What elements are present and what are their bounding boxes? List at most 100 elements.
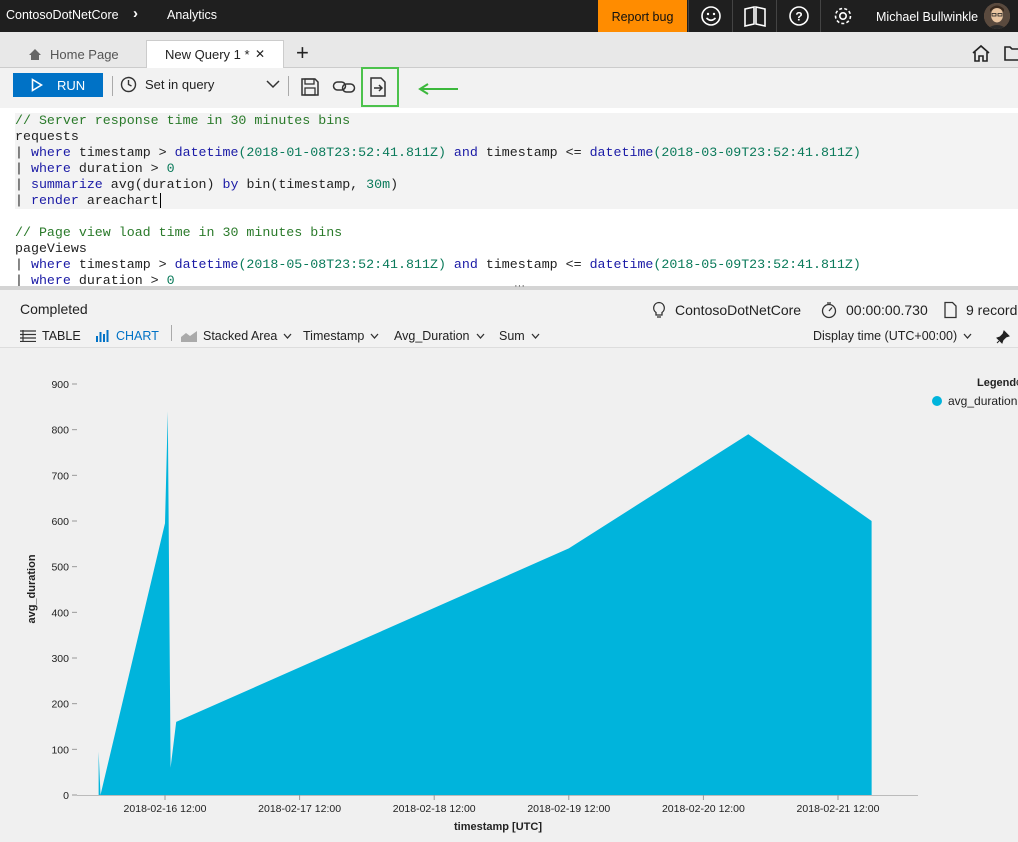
home-icon — [29, 48, 41, 60]
chevron-right-icon: › — [133, 5, 138, 22]
y-tick-label: 200 — [51, 699, 69, 711]
gear-icon[interactable] — [820, 0, 864, 32]
user-name[interactable]: Michael Bullwinkle — [876, 10, 978, 24]
view-table-toggle[interactable]: TABLE — [20, 329, 81, 343]
home-outline-icon[interactable] — [971, 44, 991, 63]
code-line: requests — [15, 129, 79, 144]
chart-panel: 0 100 200 300 400 500 600 700 800 900 2018-02-16 1… — [4, 349, 1018, 842]
y-tick-label: 500 — [51, 562, 69, 574]
y-axis-dropdown[interactable]: Avg_Duration — [394, 329, 485, 343]
play-icon — [31, 78, 43, 92]
time-range-picker[interactable]: Set in query — [120, 76, 214, 93]
query-status: Completed — [20, 301, 88, 317]
x-tick-label: 2018-02-18 12:00 — [393, 803, 476, 815]
x-tick-label: 2018-02-19 12:00 — [527, 803, 610, 815]
results-app: ContosoDotNetCore — [651, 301, 801, 319]
report-bug-button[interactable]: Report bug — [598, 0, 687, 32]
x-axis-title: timestamp [UTC] — [454, 821, 542, 833]
code-line: | where duration > 0 — [15, 273, 175, 286]
display-time-label: Display time (UTC+00:00) — [813, 329, 958, 343]
avatar[interactable] — [984, 3, 1010, 29]
svg-text:?: ? — [795, 10, 802, 24]
legend-swatch — [932, 396, 942, 406]
display-time-dropdown[interactable]: Display time (UTC+00:00) — [813, 329, 972, 343]
divider — [171, 325, 172, 341]
y-tick-label: 300 — [51, 653, 69, 665]
code-line: // Page view load time in 30 minutes bin… — [15, 225, 343, 240]
add-tab-button[interactable]: + — [296, 40, 309, 66]
y-axis-label: Avg_Duration — [394, 329, 470, 343]
run-button[interactable]: RUN — [13, 73, 103, 97]
document-icon — [944, 301, 957, 319]
y-tick-label: 900 — [51, 379, 69, 391]
x-axis-label: Timestamp — [303, 329, 365, 343]
chevron-down-icon — [531, 333, 540, 339]
legend-label: avg_duration — [948, 394, 1018, 408]
top-bar: ContosoDotNetCore › Analytics Report bug… — [0, 0, 1018, 32]
chevron-down-icon — [283, 333, 292, 339]
code-line: | render areachart​ — [15, 193, 161, 208]
query-editor[interactable]: // Server response time in 30 minutes bi… — [0, 108, 1018, 286]
aggregation-dropdown[interactable]: Sum — [499, 329, 540, 343]
tab-new-query-label: New Query 1 * — [165, 47, 250, 62]
tab-new-query[interactable]: New Query 1 * ✕ — [146, 40, 284, 69]
divider — [112, 76, 113, 96]
chevron-down-icon — [476, 333, 485, 339]
y-tick-label: 400 — [51, 607, 69, 619]
time-range-label: Set in query — [145, 77, 215, 92]
folder-icon[interactable] — [1004, 44, 1018, 62]
stopwatch-icon — [821, 302, 837, 319]
chevron-down-icon[interactable] — [266, 78, 280, 90]
tab-home[interactable]: Home Page — [18, 41, 129, 67]
y-tick-label: 0 — [63, 790, 69, 802]
code-line: | where timestamp > datetime(2018-01-08T… — [15, 145, 861, 160]
area-series-avg_duration — [98, 411, 872, 795]
tab-home-label: Home Page — [50, 46, 119, 62]
results-app-label: ContosoDotNetCore — [675, 302, 802, 318]
legend-item[interactable]: avg_duration — [932, 394, 1017, 408]
elapsed-time: 00:00:00.730 — [820, 301, 928, 319]
chart-type-label: Stacked Area — [203, 329, 278, 343]
help-icon[interactable]: ? — [776, 0, 820, 32]
link-icon[interactable] — [331, 74, 357, 100]
y-axis-title: avg_duration — [26, 554, 38, 623]
y-tick-label: 600 — [51, 516, 69, 528]
save-icon[interactable] — [297, 74, 323, 100]
chevron-down-icon — [963, 333, 972, 339]
lightbulb-icon — [653, 301, 665, 318]
code-line: | where duration > 0 — [15, 161, 175, 176]
code-line: // Server response time in 30 minutes bi… — [15, 113, 351, 128]
code-line: pageViews — [15, 241, 87, 256]
smiley-icon[interactable] — [688, 0, 732, 32]
legend-title: Legend◉ — [977, 377, 1018, 389]
x-tick-label: 2018-02-17 12:00 — [258, 803, 341, 815]
tab-bar: Home Page New Query 1 * ✕ + — [0, 32, 1018, 69]
close-icon[interactable]: ✕ — [255, 47, 265, 63]
table-icon — [20, 330, 36, 342]
x-tick-label: 2018-02-21 12:00 — [797, 803, 880, 815]
query-toolbar: RUN Set in query — [0, 68, 1018, 108]
results-header: Completed ContosoDotNetCore 00:00:00.730… — [0, 290, 1018, 348]
pin-icon[interactable] — [996, 330, 1010, 344]
highlight-box — [361, 67, 399, 107]
arrow-left-icon — [418, 83, 458, 95]
record-count-label: 9 record — [966, 302, 1018, 318]
area-chart: 0 100 200 300 400 500 600 700 800 900 2018-02-16 1… — [26, 379, 918, 833]
area-chart-icon — [181, 331, 197, 342]
x-axis-dropdown[interactable]: Timestamp — [303, 329, 379, 343]
breadcrumb-section[interactable]: Analytics — [167, 8, 217, 22]
code-line: | where timestamp > datetime(2018-05-08T… — [15, 257, 861, 272]
run-label: RUN — [57, 77, 86, 93]
y-tick-label: 100 — [51, 744, 69, 756]
code-line: | summarize avg(duration) by bin(timesta… — [15, 177, 399, 192]
record-count: 9 record — [943, 301, 1017, 319]
book-icon[interactable] — [732, 0, 776, 32]
x-tick-label: 2018-02-16 12:00 — [124, 803, 207, 815]
chart-type-dropdown[interactable]: Stacked Area — [181, 329, 292, 343]
bar-chart-icon — [96, 330, 109, 342]
elapsed-time-label: 00:00:00.730 — [846, 302, 928, 318]
view-chart-toggle[interactable]: CHART — [96, 329, 159, 343]
y-tick-label: 700 — [51, 470, 69, 482]
breadcrumb-app[interactable]: ContosoDotNetCore — [6, 8, 119, 22]
aggregation-label: Sum — [499, 329, 525, 343]
